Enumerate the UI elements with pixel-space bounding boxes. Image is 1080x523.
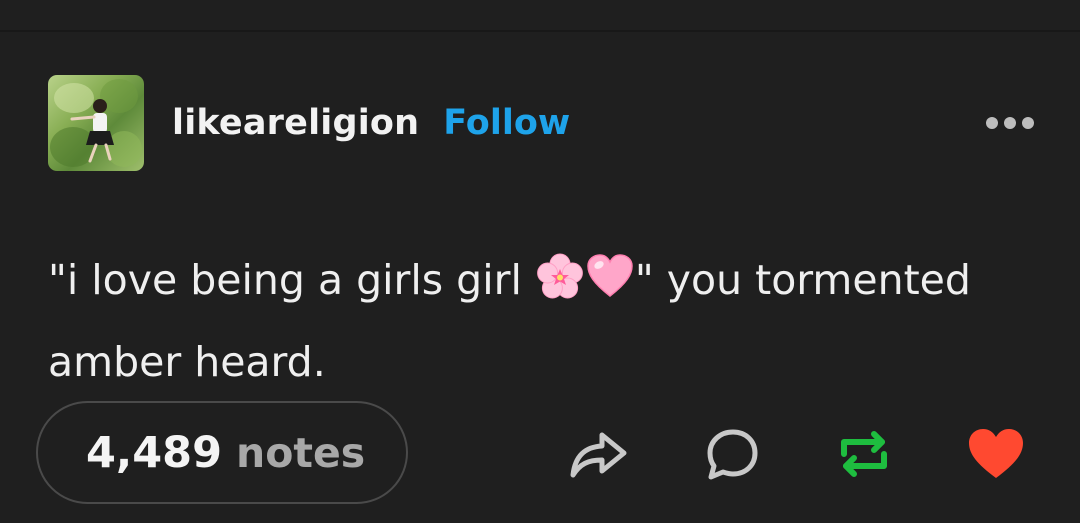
reblog-icon[interactable] [834, 424, 894, 484]
post-card: likeareligion Follow "i love being a gir… [0, 0, 1080, 523]
like-icon[interactable] [966, 424, 1026, 484]
follow-button[interactable]: Follow [443, 103, 570, 143]
reply-icon[interactable] [703, 424, 763, 484]
pink-heart-icon [585, 251, 635, 325]
notes-label: notes [236, 428, 366, 477]
notes-button[interactable]: 4,489 notes [36, 401, 408, 504]
post-header: likeareligion Follow [48, 75, 1038, 171]
more-options-icon[interactable] [986, 113, 1034, 133]
avatar[interactable] [48, 75, 144, 171]
notes-count: 4,489 [86, 427, 223, 478]
share-icon[interactable] [568, 424, 628, 484]
cherry-blossom-icon [535, 251, 585, 325]
post-body: "i love being a girls girl " you torment… [48, 243, 1038, 399]
username[interactable]: likeareligion [172, 103, 419, 143]
post-text-start: "i love being a girls girl [48, 256, 535, 304]
